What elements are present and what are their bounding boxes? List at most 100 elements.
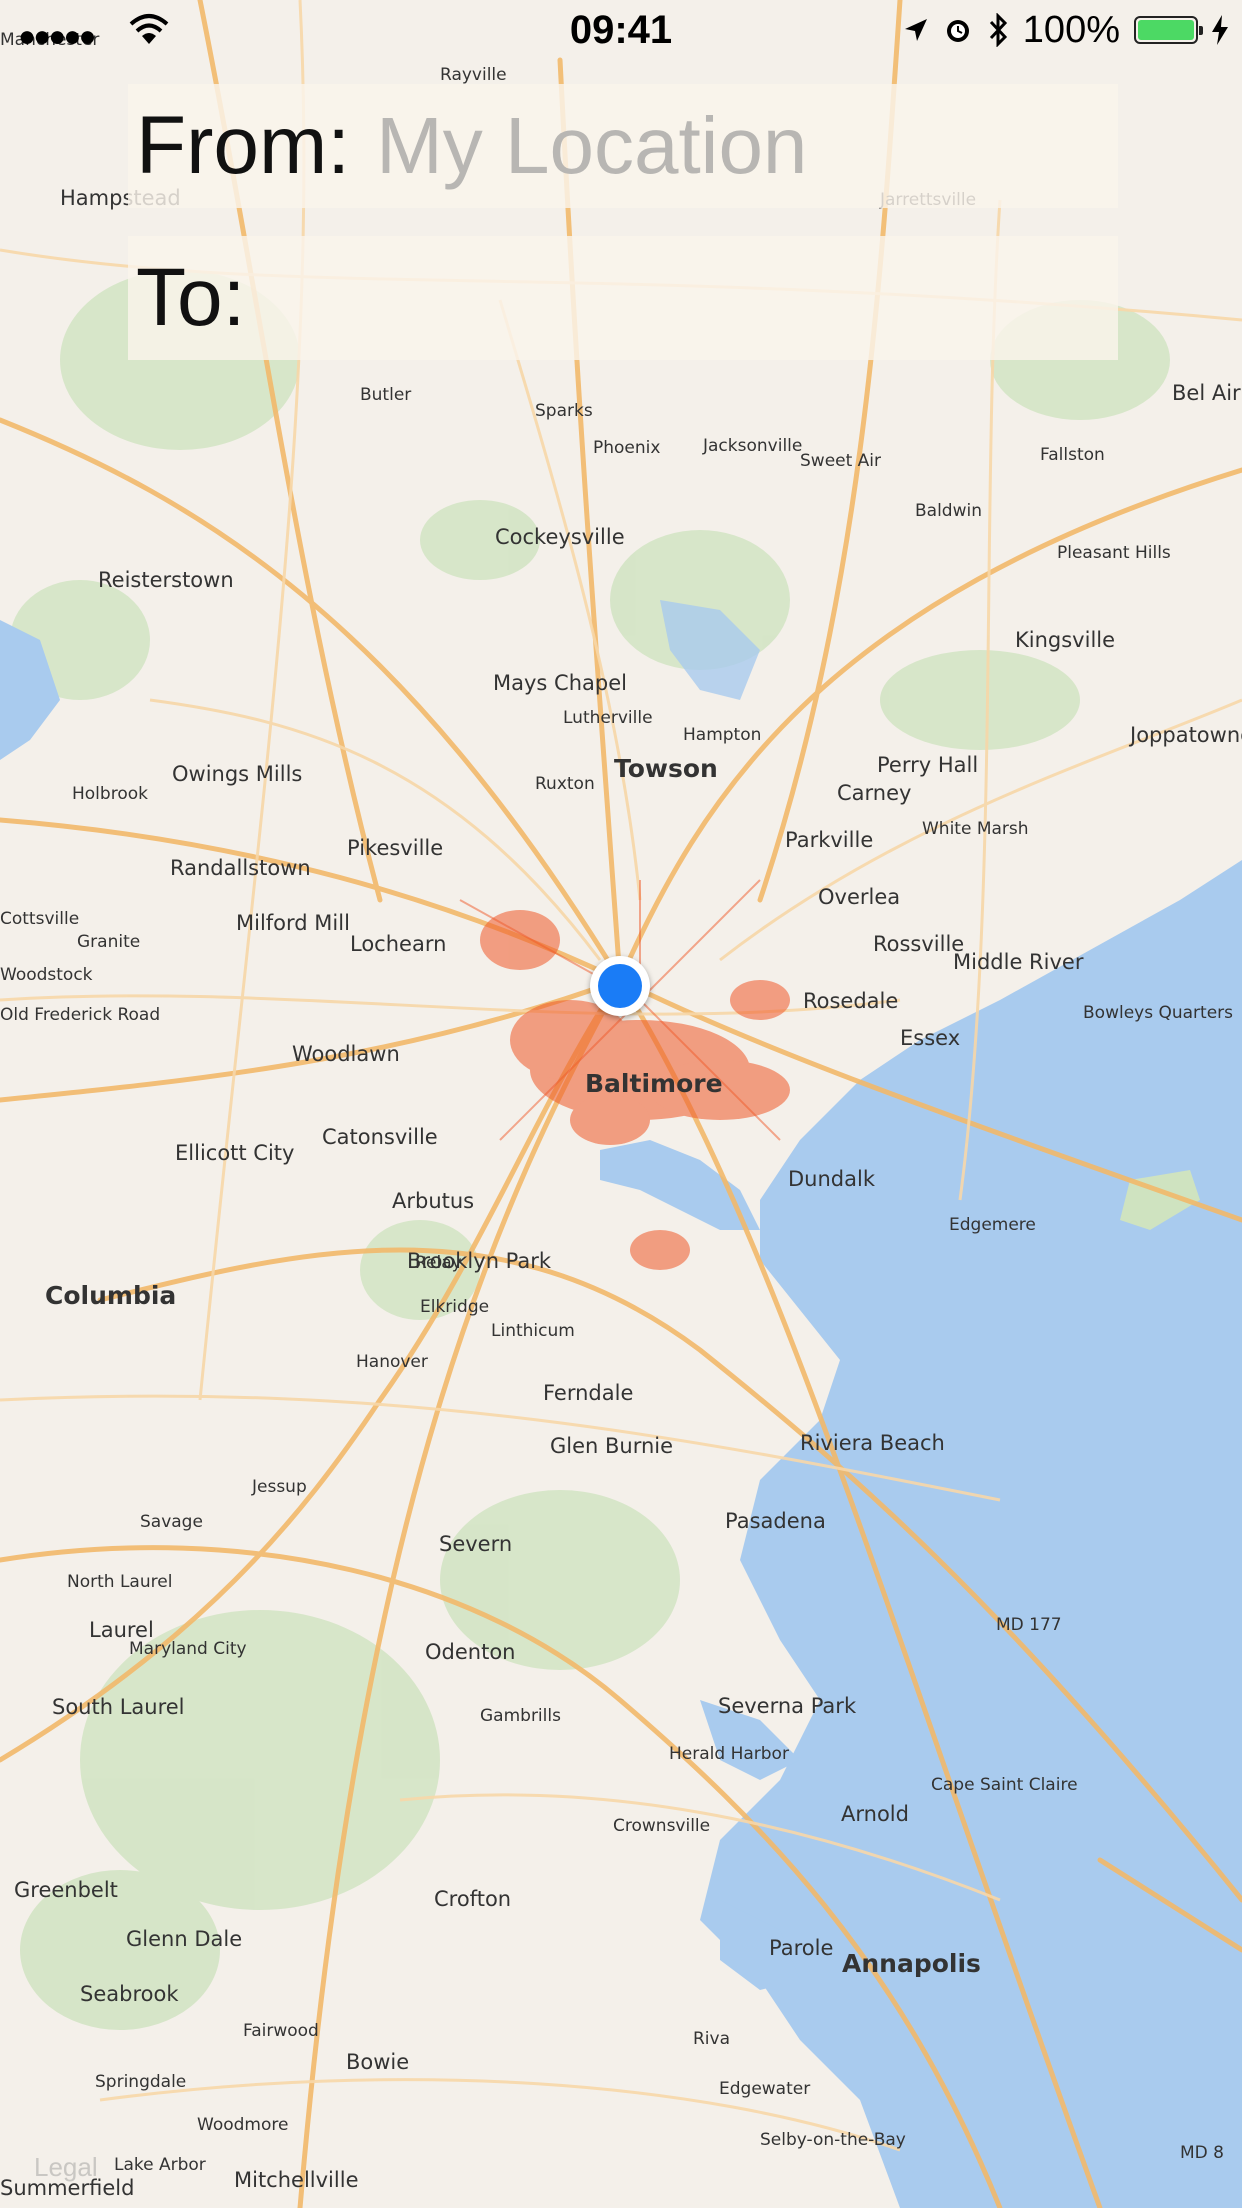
map-place-label: Owings Mills (172, 762, 302, 786)
map-place-label: Riva (693, 2029, 730, 2049)
map-place-label: White Marsh (922, 819, 1029, 839)
map-place-label: Hanover (356, 1352, 428, 1372)
map-place-label: Joppatowne (1128, 723, 1242, 747)
map-place-label: Severna Park (718, 1694, 857, 1718)
map-place-label: Woodstock (0, 965, 93, 985)
map-place-label: Overlea (818, 885, 900, 909)
map-place-label: Riviera Beach (800, 1431, 945, 1455)
map-place-label: Glen Burnie (550, 1434, 673, 1458)
map-place-label: Woodlawn (292, 1042, 400, 1066)
map-place-label: Phoenix (593, 438, 660, 458)
map-place-label: Savage (140, 1512, 203, 1532)
map-place-label: Lochearn (350, 932, 446, 956)
map-place-label: Randallstown (170, 856, 311, 880)
map-place-label: Maryland City (129, 1639, 247, 1659)
map-place-label: Fairwood (243, 2021, 319, 2041)
map-place-label: Fallston (1040, 445, 1105, 465)
to-input[interactable] (269, 251, 974, 345)
map-place-label: Bel Air (1172, 381, 1241, 405)
map-place-label: Butler (360, 385, 411, 405)
to-label: To: (136, 252, 246, 343)
map-place-label: Odenton (425, 1640, 515, 1664)
map-place-label: Middle River (953, 950, 1084, 974)
location-arrow-icon (904, 19, 927, 41)
from-field[interactable]: From: (128, 84, 1118, 208)
map-place-label: Gambrills (480, 1706, 561, 1726)
map-place-label: Jessup (251, 1477, 307, 1497)
map-place-label: Crofton (434, 1887, 511, 1911)
map-place-label: Selby-on-the-Bay (760, 2130, 906, 2150)
map-place-label: Baldwin (915, 501, 982, 521)
map-place-label: Sparks (535, 401, 593, 421)
map-place-label: Granite (77, 932, 140, 952)
map-place-label: Herald Harbor (669, 1744, 789, 1764)
to-field[interactable]: To: (128, 236, 1118, 360)
map-place-label: Bowleys Quarters (1083, 1003, 1233, 1023)
map-place-label: Parole (769, 1936, 833, 1960)
map-place-label: Hampton (683, 725, 761, 745)
map-place-label: Severn (439, 1532, 512, 1556)
map-place-label: Elkridge (420, 1297, 489, 1317)
map-place-label: Old Frederick Road (0, 1005, 160, 1025)
map-place-label: Rayville (440, 65, 507, 85)
map-place-label: Glenn Dale (126, 1927, 242, 1951)
map-place-label: Ferndale (543, 1381, 633, 1405)
map-place-label: Arbutus (392, 1189, 474, 1213)
map-place-label: Holbrook (72, 784, 148, 804)
map-place-label: South Laurel (52, 1695, 185, 1719)
map-place-label: MD 8 (1180, 2143, 1224, 2163)
map-place-label: Carney (837, 781, 911, 805)
map-place-label: Mays Chapel (493, 671, 627, 695)
map-place-label: Ruxton (535, 774, 595, 794)
map-place-label: Crownsville (613, 1816, 710, 1836)
map-place-label: Cockeysville (495, 525, 625, 549)
map-place-label: Pleasant Hills (1057, 543, 1171, 563)
map-place-label: Pasadena (725, 1509, 826, 1533)
battery-icon (1134, 16, 1203, 44)
map-place-label: Greenbelt (14, 1878, 118, 1902)
bluetooth-icon (989, 13, 1007, 47)
from-label: From: (136, 100, 351, 191)
battery-percent: 100% (1022, 8, 1120, 51)
map-place-label: MD 177 (996, 1615, 1062, 1635)
map-place-label: Milford Mill (236, 911, 350, 935)
map-place-label: Essex (900, 1026, 960, 1050)
map-place-label: Linthicum (491, 1321, 575, 1341)
map-place-label: Columbia (45, 1281, 176, 1310)
map-place-label: Mitchellville (234, 2168, 358, 2192)
alarm-icon (946, 20, 969, 42)
map-place-label: Lutherville (563, 708, 653, 728)
map-place-label: Parkville (785, 828, 873, 852)
charging-bolt-icon (1212, 15, 1228, 45)
map-place-label: Jacksonville (702, 436, 802, 456)
map-place-label: Towson (614, 754, 718, 783)
map-place-label: Brooklyn Park (407, 1249, 552, 1273)
map-place-label: Reisterstown (98, 568, 234, 592)
map-place-label: Edgemere (949, 1215, 1036, 1235)
map-place-label: Lake Arbor (114, 2155, 206, 2175)
map-place-label: Perry Hall (877, 753, 978, 777)
map-place-label: Baltimore (585, 1069, 723, 1098)
from-input[interactable] (374, 99, 1079, 193)
map-place-label: Springdale (95, 2072, 186, 2092)
map-place-label: Catonsville (322, 1125, 438, 1149)
status-bar: ●●●●● 09:41 100% (0, 0, 1242, 60)
map-place-label: Cape Saint Claire (931, 1775, 1078, 1795)
map-place-label: Sweet Air (800, 451, 881, 471)
map-place-label: Woodmore (197, 2115, 288, 2135)
map-place-label: Arnold (841, 1802, 909, 1826)
map-place-label: Ellicott City (175, 1141, 294, 1165)
map-place-label: Dundalk (788, 1167, 876, 1191)
legal-link[interactable]: Legal (34, 2152, 98, 2183)
map-place-label: Kingsville (1015, 628, 1115, 652)
map-place-label: Cottsville (0, 909, 79, 929)
map-place-label: Bowie (346, 2050, 409, 2074)
map-place-label: North Laurel (67, 1572, 172, 1592)
map-place-label: Annapolis (842, 1949, 981, 1978)
current-location-dot (590, 956, 650, 1016)
map-place-label: Rosedale (803, 989, 898, 1013)
map-place-label: Edgewater (719, 2079, 810, 2099)
map-place-label: Pikesville (347, 836, 443, 860)
map-place-label: Rossville (873, 932, 964, 956)
map-place-label: Seabrook (80, 1982, 179, 2006)
